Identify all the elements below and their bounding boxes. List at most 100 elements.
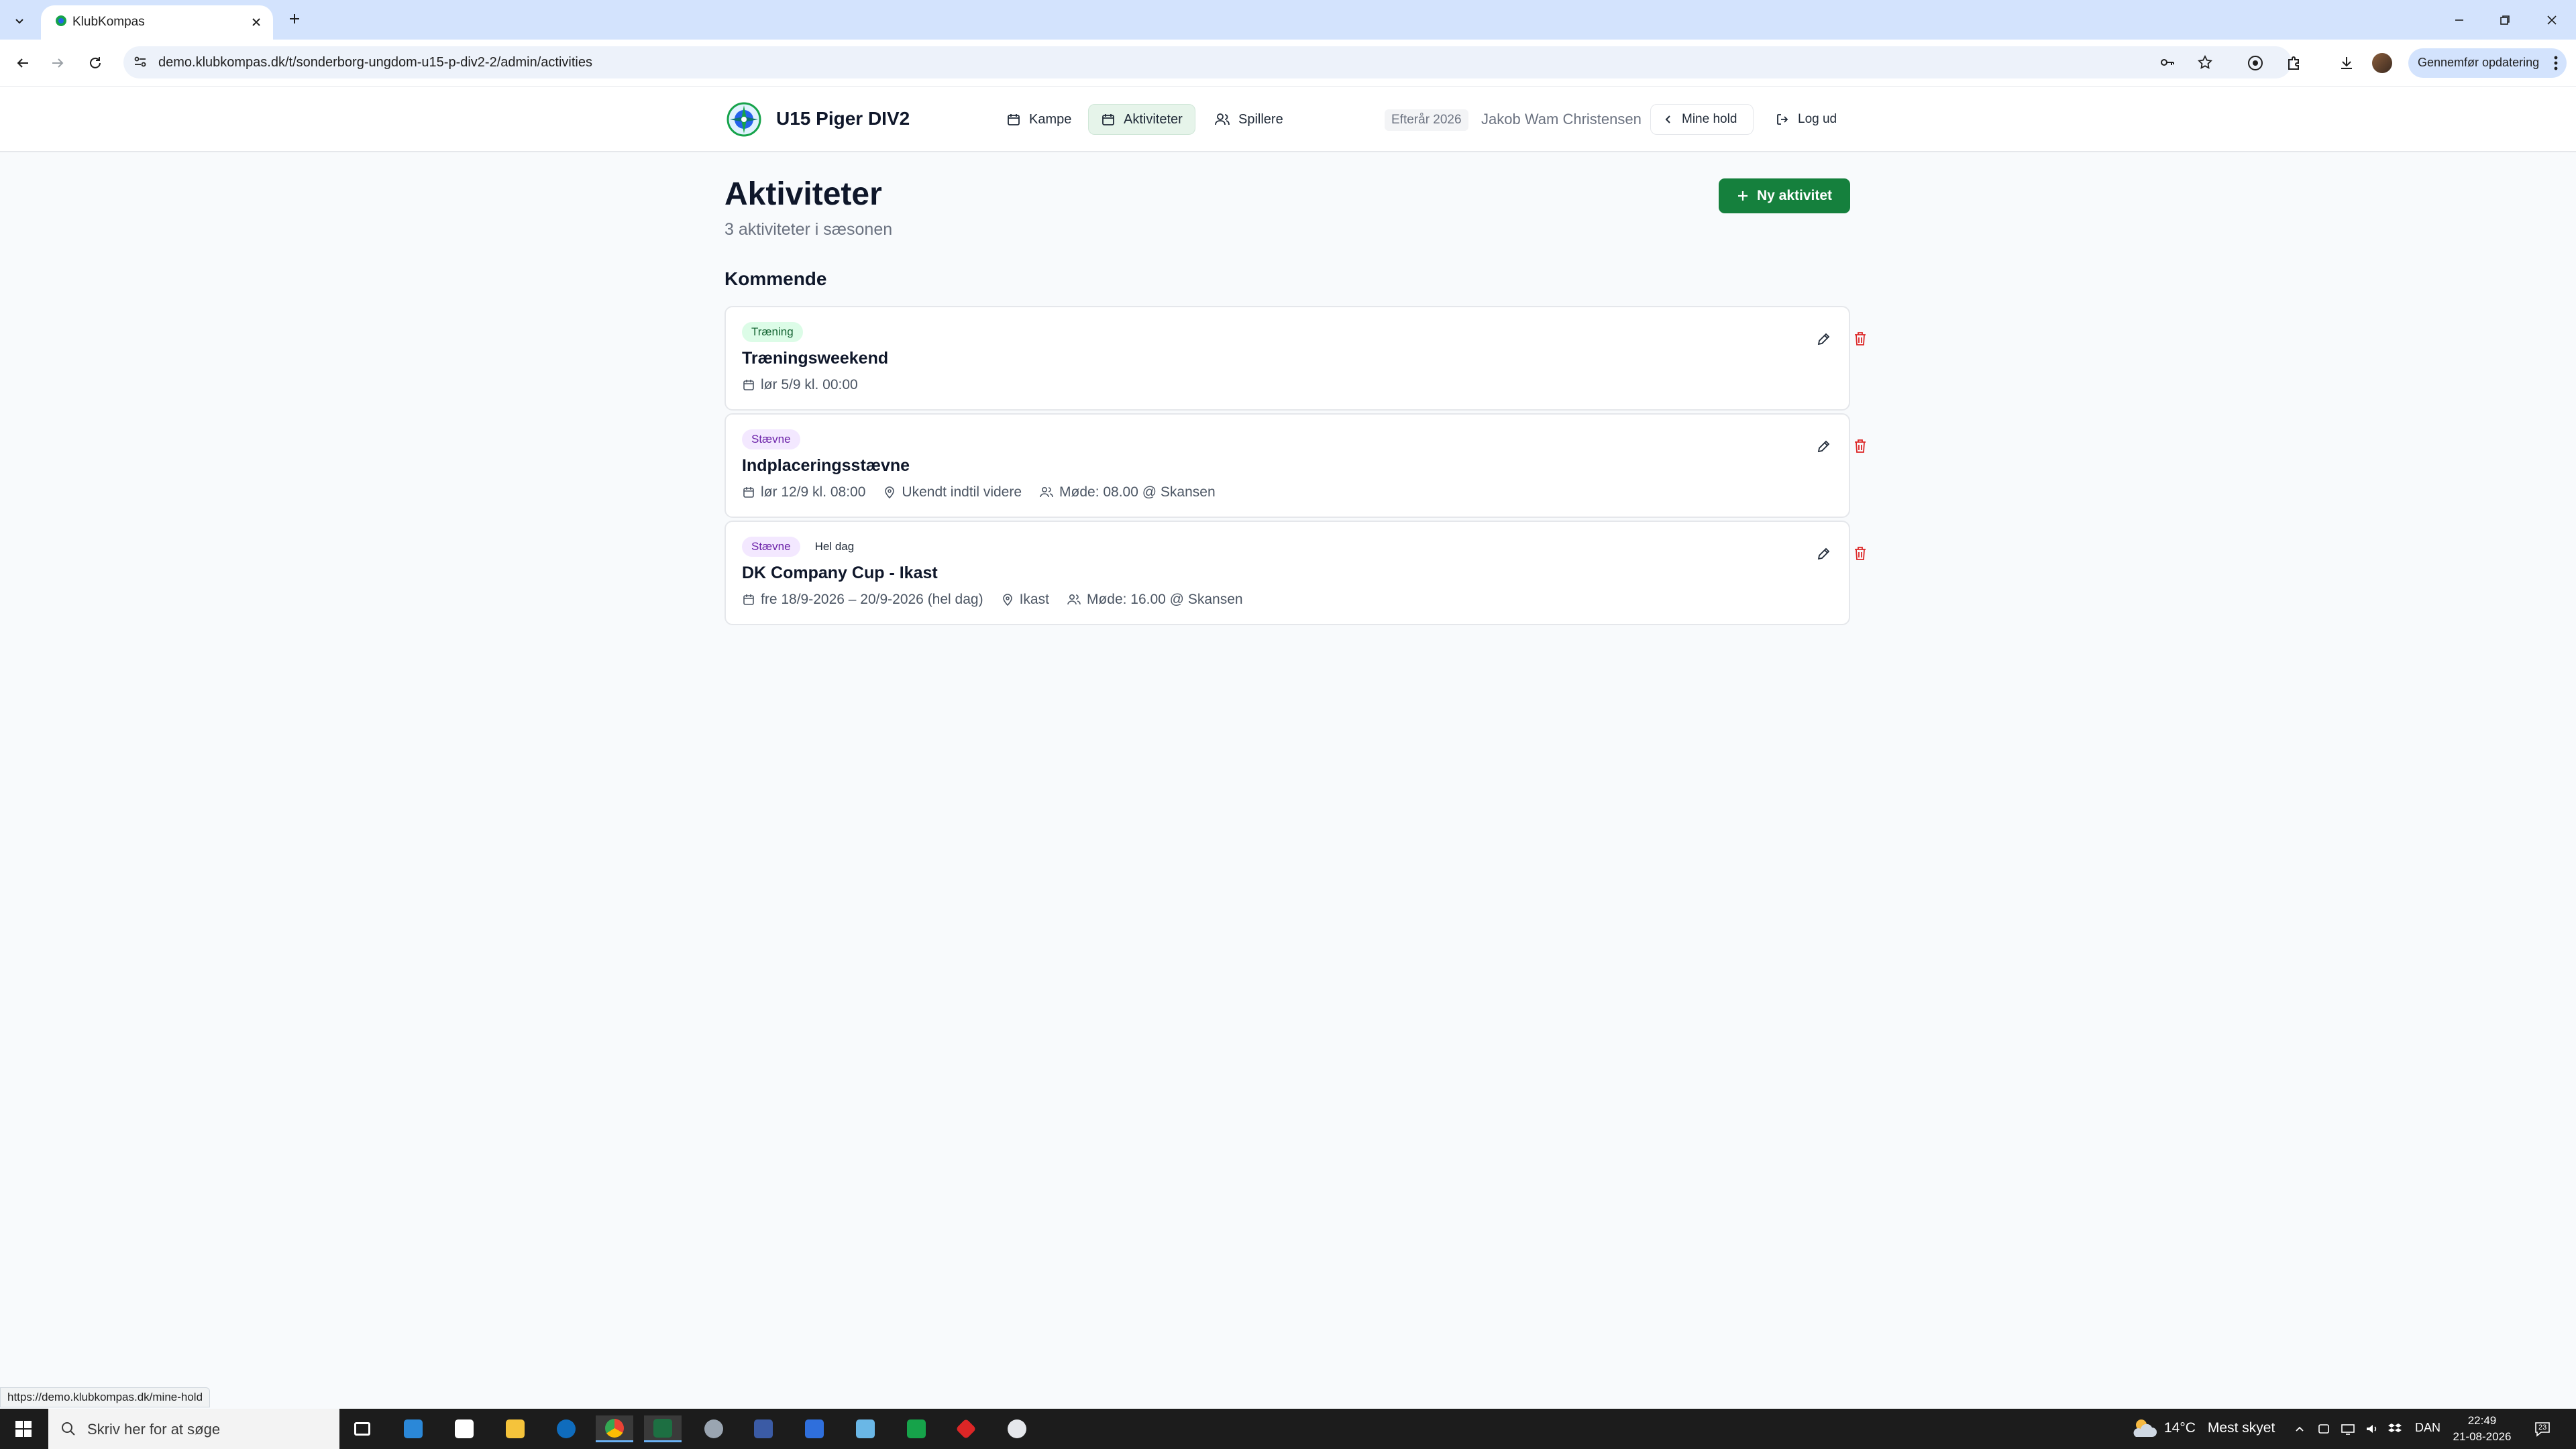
delete-button[interactable] (1849, 435, 1872, 458)
downloads-button[interactable] (2336, 52, 2357, 74)
my-teams-button[interactable]: Mine hold (1650, 104, 1754, 135)
page-title: Aktiviteter (724, 176, 882, 212)
map-pin-icon (885, 486, 895, 499)
dropbox-icon[interactable] (2387, 1421, 2403, 1437)
outlook-icon[interactable] (547, 1415, 585, 1442)
extensions-button[interactable] (2284, 52, 2305, 74)
window-close-button[interactable] (2538, 9, 2565, 31)
notification-center-button[interactable]: 23 (2532, 1418, 2553, 1440)
password-key-button[interactable] (2159, 54, 2176, 71)
activity-meeting: Møde: 08.00 @ Skansen (1039, 484, 1216, 500)
nav-item-kampe[interactable]: Kampe (994, 104, 1083, 135)
site-settings-icon[interactable] (133, 54, 148, 69)
start-button[interactable] (0, 1409, 47, 1449)
activity-date: fre 18/9-2026 – 20/9-2026 (hel dag) (742, 592, 983, 608)
language-indicator[interactable]: DAN (2415, 1421, 2440, 1435)
tray-overflow-icon[interactable] (2292, 1421, 2308, 1437)
update-button[interactable]: Gennemfør opdatering (2408, 48, 2567, 78)
calculator-icon[interactable] (796, 1415, 833, 1442)
activity-location-text: Ukendt indtil videre (902, 484, 1022, 500)
notification-count: 23 (2538, 1424, 2547, 1432)
weather-temperature: 14°C (2164, 1420, 2196, 1436)
taskbar-search[interactable]: Skriv her for at søge (48, 1409, 339, 1449)
activity-date: lør 12/9 kl. 08:00 (742, 484, 865, 500)
edit-button[interactable] (1813, 542, 1835, 565)
activity-meta: lør 12/9 kl. 08:00 Ukendt indtil videre … (742, 484, 1233, 500)
activity-card[interactable]: Stævne Indplaceringsstævne lør 12/9 kl. … (724, 413, 1866, 518)
trash-icon (1855, 332, 1866, 345)
restore-icon (2500, 15, 2510, 25)
app-icon-5[interactable] (947, 1415, 985, 1442)
clock[interactable]: 22:49 21-08-2026 (2450, 1413, 2514, 1445)
chevron-down-icon (15, 19, 23, 24)
badge-group: Stævne Hel dag (742, 537, 861, 557)
url-text[interactable]: demo.klubkompas.dk/t/sonderborg-ungdom-u… (158, 55, 592, 70)
new-activity-button[interactable]: Ny aktivitet (1719, 178, 1850, 213)
back-button[interactable] (11, 51, 35, 75)
browser-tab[interactable]: KlubKompas (41, 5, 273, 40)
nav-item-spillere[interactable]: Spillere (1202, 104, 1295, 135)
logout-label: Log ud (1798, 112, 1837, 126)
app-icon-1[interactable] (394, 1415, 432, 1442)
download-icon (2341, 57, 2352, 69)
extension-button[interactable] (2245, 52, 2266, 74)
chrome-icon[interactable] (596, 1415, 633, 1442)
network-icon[interactable] (2340, 1421, 2356, 1437)
tray-app-icon[interactable] (2316, 1421, 2332, 1437)
app-icon-2[interactable] (695, 1415, 733, 1442)
nav-item-label: Spillere (1238, 111, 1283, 127)
delete-button[interactable] (1849, 542, 1872, 565)
activity-title: Indplaceringsstævne (742, 456, 910, 475)
forward-button[interactable] (46, 51, 70, 75)
edit-button[interactable] (1813, 327, 1835, 350)
cloudy-weather-icon (2133, 1419, 2157, 1437)
nav-item-aktiviteter[interactable]: Aktiviteter (1088, 104, 1195, 135)
logout-icon (1777, 114, 1788, 125)
file-explorer-icon[interactable] (496, 1415, 534, 1442)
activity-title: DK Company Cup - Ikast (742, 564, 938, 582)
excel-icon[interactable] (644, 1415, 682, 1442)
app-icon-4[interactable] (847, 1415, 884, 1442)
minimize-button[interactable] (2446, 9, 2473, 31)
plus-icon (290, 14, 299, 23)
weather-widget[interactable]: 14°C Mest skyet (2131, 1417, 2275, 1440)
app-icon-6[interactable] (998, 1415, 1036, 1442)
section-heading-upcoming: Kommende (724, 268, 827, 289)
team-name[interactable]: U15 Piger DIV2 (776, 108, 910, 129)
profile-avatar[interactable] (2372, 53, 2392, 73)
activity-card[interactable]: Træning Træningsweekend lør 5/9 kl. 00:0… (724, 306, 1866, 411)
app-icon-3[interactable] (745, 1415, 782, 1442)
edit-button[interactable] (1813, 435, 1835, 458)
store-icon[interactable] (445, 1415, 483, 1442)
activity-type-badge: Stævne (742, 429, 800, 449)
reload-button[interactable] (83, 51, 107, 75)
task-view-icon[interactable] (343, 1415, 381, 1442)
restore-button[interactable] (2491, 9, 2518, 31)
users-icon (1215, 113, 1230, 125)
tab-close-button[interactable] (248, 13, 265, 31)
activity-meeting: Møde: 16.00 @ Skansen (1067, 592, 1243, 608)
volume-icon[interactable] (2364, 1421, 2380, 1437)
nav-item-label: Aktiviteter (1124, 111, 1183, 127)
badge-group: Træning (742, 322, 803, 342)
logout-button[interactable]: Log ud (1764, 104, 1851, 135)
delete-button[interactable] (1849, 327, 1872, 350)
circle-g-icon (2248, 56, 2263, 70)
all-day-badge: Hel dag (808, 537, 861, 557)
activity-location: Ukendt indtil videre (883, 484, 1022, 500)
club-logo-icon[interactable] (726, 101, 762, 138)
new-tab-button[interactable] (284, 9, 305, 29)
sheets-icon[interactable] (898, 1415, 935, 1442)
close-icon (2547, 15, 2557, 25)
activity-location-text: Ikast (1019, 592, 1049, 607)
bookmark-button[interactable] (2196, 54, 2214, 71)
tab-search-button[interactable] (8, 9, 31, 32)
activity-type-badge: Træning (742, 322, 803, 342)
address-bar[interactable]: demo.klubkompas.dk/t/sonderborg-ungdom-u… (123, 46, 2292, 78)
activity-card[interactable]: Stævne Hel dag DK Company Cup - Ikast fr… (724, 521, 1866, 625)
minimize-icon (2455, 19, 2463, 21)
season-badge: Efterår 2026 (1385, 109, 1468, 131)
activity-meta: fre 18/9-2026 – 20/9-2026 (hel dag) Ikas… (742, 592, 1260, 608)
activity-location: Ikast (1001, 592, 1049, 608)
close-icon (252, 18, 260, 26)
